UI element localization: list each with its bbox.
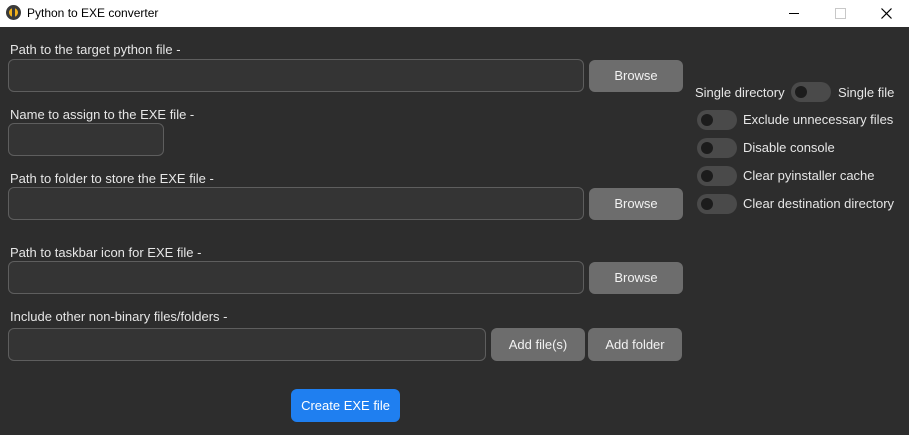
option-label: Disable console <box>743 140 835 155</box>
icon-path-input[interactable] <box>8 261 584 294</box>
browse-target-button[interactable]: Browse <box>589 60 683 92</box>
option-row: Clear destination directory <box>697 194 907 214</box>
close-icon <box>881 8 892 19</box>
extra-files-input[interactable] <box>8 328 486 361</box>
option-row: Exclude unnecessary files <box>697 110 907 130</box>
target-file-label: Path to the target python file - <box>10 42 181 57</box>
icon-path-label: Path to taskbar icon for EXE file - <box>10 245 202 260</box>
output-folder-input[interactable] <box>8 187 584 220</box>
exe-name-input[interactable] <box>8 123 164 156</box>
toggle-knob <box>701 198 713 210</box>
title-bar: Python to EXE converter <box>0 0 909 27</box>
toggle-knob <box>701 114 713 126</box>
exe-name-label: Name to assign to the EXE file - <box>10 107 195 122</box>
extra-files-label: Include other non-binary files/folders - <box>10 309 228 324</box>
create-exe-button[interactable]: Create EXE file <box>291 389 400 422</box>
browse-output-button[interactable]: Browse <box>589 188 683 220</box>
clear-destination-toggle[interactable] <box>697 194 737 214</box>
clear-cache-toggle[interactable] <box>697 166 737 186</box>
single-file-label: Single file <box>838 85 895 100</box>
browse-icon-button[interactable]: Browse <box>589 262 683 294</box>
window-title: Python to EXE converter <box>27 6 159 20</box>
maximize-button[interactable] <box>817 0 863 27</box>
output-folder-label: Path to folder to store the EXE file - <box>10 171 214 186</box>
toggle-knob <box>701 170 713 182</box>
add-folder-button[interactable]: Add folder <box>588 328 682 361</box>
mode-toggle[interactable] <box>791 82 831 102</box>
python-icon <box>6 5 21 20</box>
toggle-knob <box>701 142 713 154</box>
close-button[interactable] <box>863 0 909 27</box>
minimize-button[interactable] <box>771 0 817 27</box>
single-directory-label: Single directory <box>695 85 785 100</box>
option-row: Disable console <box>697 138 907 158</box>
option-label: Clear pyinstaller cache <box>743 168 875 183</box>
toggle-knob <box>795 86 807 98</box>
target-file-input[interactable] <box>8 59 584 92</box>
exclude-unnecessary-toggle[interactable] <box>697 110 737 130</box>
mode-switch-row: Single directory Single file <box>695 82 905 102</box>
option-label: Exclude unnecessary files <box>743 112 894 127</box>
option-label: Clear destination directory <box>743 196 895 211</box>
option-row: Clear pyinstaller cache <box>697 166 907 186</box>
add-files-button[interactable]: Add file(s) <box>491 328 585 361</box>
disable-console-toggle[interactable] <box>697 138 737 158</box>
